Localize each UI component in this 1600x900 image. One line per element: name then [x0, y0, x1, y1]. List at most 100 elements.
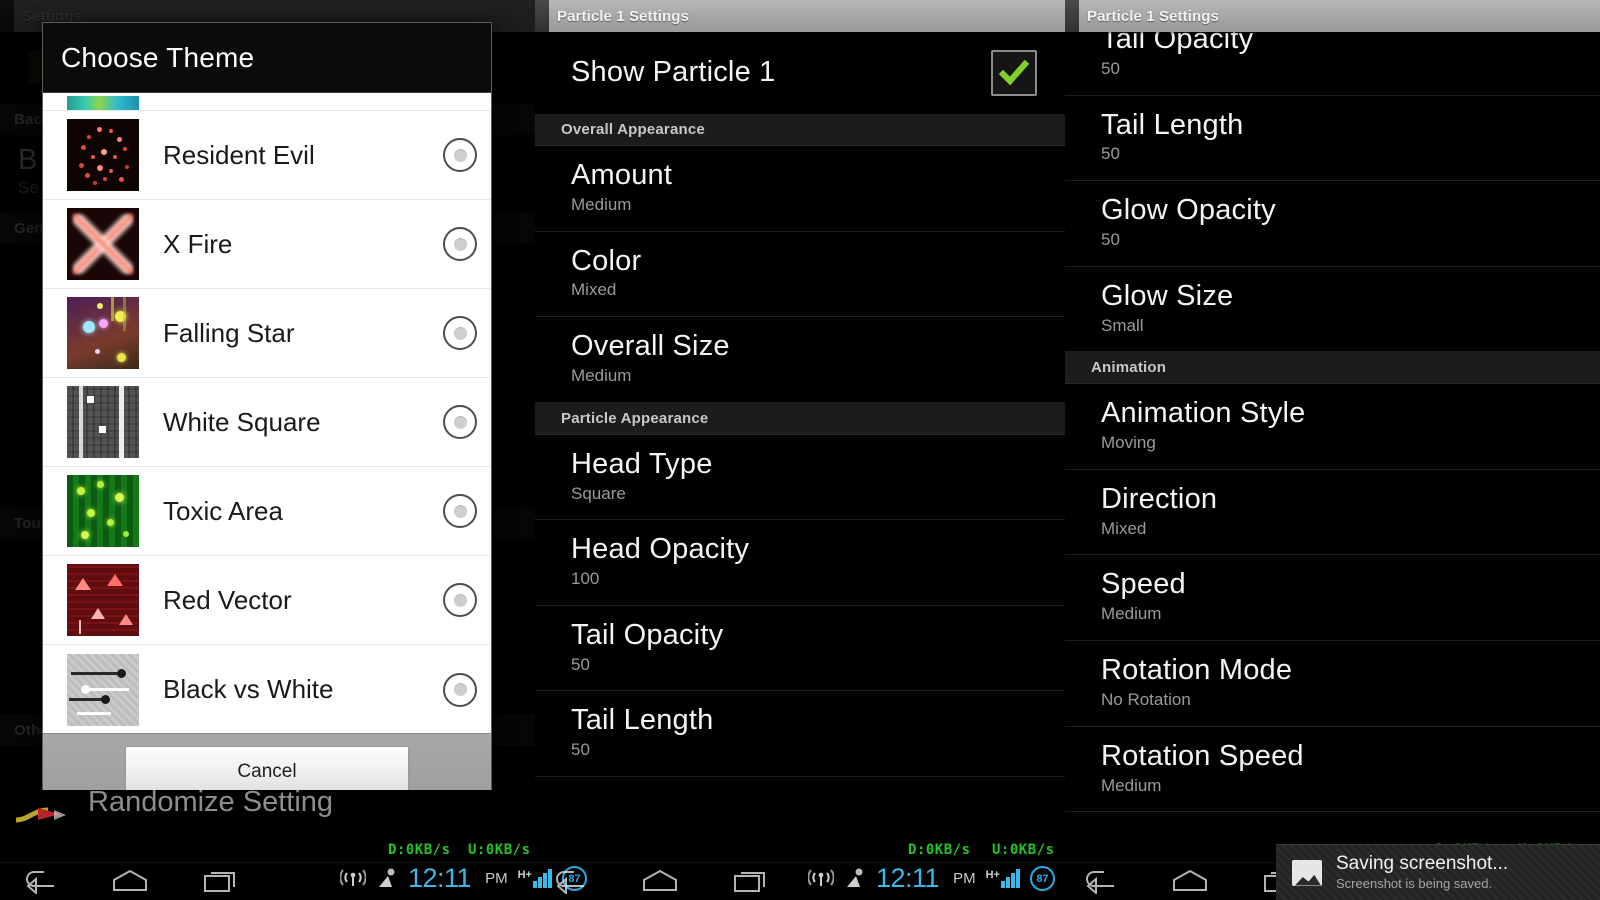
battery-icon: 87: [1029, 866, 1055, 891]
pref-summary: Medium: [1101, 775, 1162, 795]
theme-radio-button[interactable]: [443, 227, 477, 261]
theme-thumbnail-black-vs-white: [67, 653, 139, 726]
right-preference-list[interactable]: Tail Opacity 50 Tail Length 50 Glow Opac…: [1065, 10, 1600, 813]
pref-tail-opacity[interactable]: Tail Opacity 50: [535, 606, 1065, 692]
pref-title: Head Type: [571, 447, 713, 480]
category-overall-appearance: Overall Appearance: [535, 114, 1065, 146]
back-icon[interactable]: [1080, 868, 1118, 894]
theme-name: Black vs White: [163, 674, 334, 704]
back-icon[interactable]: [20, 868, 58, 894]
pref-summary: 50: [1101, 230, 1120, 250]
pref-rotation-speed[interactable]: Rotation Speed Medium: [1065, 727, 1600, 813]
clock-mid: 12:11: [876, 863, 940, 893]
mid-titlebar-label: Particle 1 Settings: [557, 7, 689, 25]
show-particle-1-row[interactable]: Show Particle 1: [535, 32, 1065, 114]
recents-icon[interactable]: [732, 868, 770, 894]
pref-summary: Small: [1101, 315, 1144, 335]
toast-subtitle: Screenshot is being saved.: [1336, 875, 1493, 891]
pref-summary: Moving: [1101, 433, 1156, 453]
panel-right-particle-settings: Particle 1 Settings Tail Opacity 50 Tail…: [1065, 0, 1600, 900]
location-icon: [847, 868, 863, 887]
list-item[interactable]: X Fire: [43, 200, 491, 289]
network-type-label: H+: [985, 869, 1000, 881]
nav-group-right: [1080, 868, 1300, 894]
pref-animation-style[interactable]: Animation Style Moving: [1065, 384, 1600, 470]
theme-name: Toxic Area: [163, 495, 283, 526]
net-up-mid: U:0KB/s: [992, 842, 1055, 858]
theme-radio-button[interactable]: [443, 316, 477, 350]
pref-title: Tail Length: [1101, 108, 1244, 141]
toast-title: Saving screenshot...: [1336, 853, 1509, 875]
pref-title: Glow Opacity: [1101, 194, 1276, 227]
net-down-left: D:0KB/s: [388, 842, 451, 858]
theme-radio-button[interactable]: [443, 583, 477, 617]
titlebar-inset: [535, 0, 549, 32]
pref-head-opacity[interactable]: Head Opacity 100: [535, 520, 1065, 606]
pref-amount[interactable]: Amount Medium: [535, 146, 1065, 232]
theme-radio-button[interactable]: [443, 405, 477, 439]
pref-direction[interactable]: Direction Mixed: [1065, 470, 1600, 556]
pref-title: Glow Size: [1101, 279, 1234, 312]
pref-rotation-mode[interactable]: Rotation Mode No Rotation: [1065, 641, 1600, 727]
list-item[interactable]: Falling Star: [43, 289, 491, 378]
theme-name: Falling Star: [163, 317, 295, 348]
saving-screenshot-toast[interactable]: Saving screenshot... Screenshot is being…: [1276, 844, 1600, 900]
pref-tail-length[interactable]: Tail Length 50: [535, 691, 1065, 778]
theme-thumbnail-falling-star: [67, 297, 139, 369]
list-item[interactable]: Red Vector: [43, 556, 491, 645]
pref-glow-opacity[interactable]: Glow Opacity 50: [1065, 181, 1600, 267]
net-up-left: U:0KB/s: [468, 842, 531, 858]
pref-head-type[interactable]: Head Type Square: [535, 435, 1065, 521]
randomize-setting-label: Randomize Setting: [88, 790, 334, 818]
pref-color[interactable]: Color Mixed: [535, 232, 1065, 318]
right-titlebar-label: Particle 1 Settings: [1087, 7, 1219, 25]
home-icon[interactable]: [1170, 868, 1210, 894]
pref-title: Speed: [1101, 568, 1186, 601]
wifi-signal-icon: [340, 868, 366, 886]
theme-name: X Fire: [163, 228, 233, 259]
image-icon: [1292, 859, 1322, 886]
pref-glow-size[interactable]: Glow Size Small: [1065, 267, 1600, 353]
pref-overall-size[interactable]: Overall Size Medium: [535, 317, 1065, 403]
pref-title: Tail Length: [571, 704, 714, 737]
recents-icon[interactable]: [202, 868, 240, 894]
randomize-setting-row[interactable]: Randomize Setting: [0, 790, 535, 840]
category-animation: Animation: [1065, 352, 1600, 385]
theme-radio-button[interactable]: [443, 672, 477, 707]
pref-summary: 50: [571, 740, 590, 760]
home-icon[interactable]: [640, 868, 680, 894]
list-item[interactable]: Toxic Area: [43, 467, 491, 556]
list-item[interactable]: White Square: [43, 378, 491, 467]
pref-summary: 50: [1101, 144, 1120, 164]
back-icon[interactable]: [550, 868, 588, 894]
show-particle-1-label: Show Particle 1: [571, 56, 776, 89]
randomize-icon: [15, 807, 66, 823]
theme-radio-button[interactable]: [443, 138, 477, 172]
list-item[interactable]: [43, 93, 491, 111]
pref-summary: Mixed: [571, 280, 617, 300]
pref-summary: 50: [1101, 58, 1120, 78]
pref-summary: 100: [571, 569, 600, 589]
mid-preference-list[interactable]: Show Particle 1 Overall Appearance Amoun…: [535, 32, 1065, 778]
list-item[interactable]: Black vs White: [43, 645, 491, 733]
pref-title: Direction: [1101, 482, 1218, 515]
location-icon: [379, 868, 395, 887]
theme-thumbnail-red-vector: [67, 564, 139, 636]
theme-list[interactable]: Resident Evil X Fire Falling Star White …: [43, 93, 491, 733]
home-icon[interactable]: [110, 868, 150, 894]
show-particle-1-checkbox[interactable]: [991, 50, 1037, 96]
clock-ampm-mid: PM: [953, 870, 976, 887]
theme-thumbnail-white-square: [67, 386, 139, 458]
panel-mid-particle-settings: Particle 1 Settings Show Particle 1 Over…: [535, 0, 1065, 900]
system-navigation-bar: D:0KB/s U:0KB/s D:0KB/s U:0KB/s D:3KB/s …: [0, 840, 1600, 900]
pref-speed[interactable]: Speed Medium: [1065, 555, 1600, 642]
pref-tail-length[interactable]: Tail Length 50: [1065, 96, 1600, 182]
pref-summary: Square: [571, 483, 626, 503]
list-item[interactable]: Resident Evil: [43, 111, 491, 200]
status-group-mid: 12:11 PM H+ 87: [808, 865, 1055, 892]
theme-radio-button[interactable]: [443, 494, 477, 528]
pref-summary: Medium: [571, 194, 632, 214]
pref-summary: Medium: [1101, 604, 1162, 624]
network-type-label: H+: [517, 869, 532, 881]
right-titlebar: Particle 1 Settings: [1065, 0, 1600, 32]
